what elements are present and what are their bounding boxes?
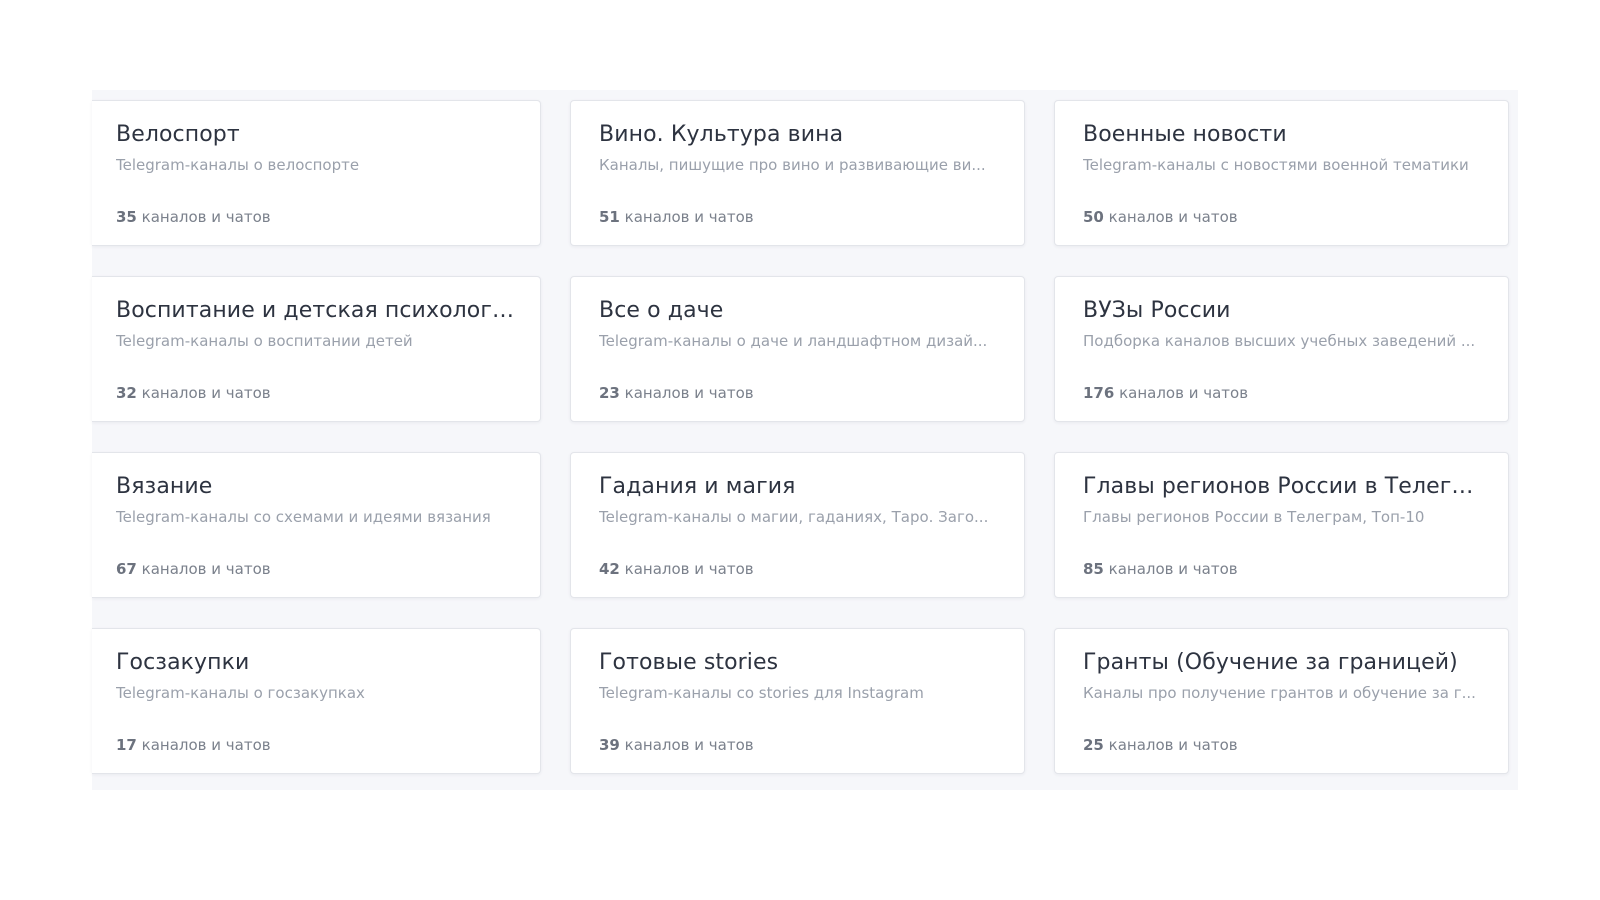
category-card[interactable]: Все о даче Telegram-каналы о даче и ланд…	[570, 276, 1025, 422]
category-card[interactable]: Готовые stories Telegram-каналы со stori…	[570, 628, 1025, 774]
category-description: Каналы про получение грантов и обучение …	[1083, 684, 1476, 702]
count-label: каналов и чатов	[1114, 384, 1249, 402]
category-card[interactable]: Воспитание и детская психология Telegram…	[92, 276, 541, 422]
count-label: каналов и чатов	[619, 208, 754, 226]
count-number: 32	[116, 384, 137, 402]
count-label: каналов и чатов	[1103, 208, 1238, 226]
category-title: Госзакупки	[116, 650, 250, 675]
category-count: 176 каналов и чатов	[1083, 383, 1248, 403]
count-number: 50	[1083, 208, 1104, 226]
category-title: Все о даче	[599, 298, 724, 323]
category-title: Гадания и магия	[599, 474, 796, 499]
count-number: 25	[1083, 736, 1104, 754]
count-label: каналов и чатов	[136, 736, 271, 754]
category-card[interactable]: Военные новости Telegram-каналы с новост…	[1054, 100, 1509, 246]
category-title: Вязание	[116, 474, 213, 499]
category-description: Telegram-каналы со схемами и идеями вяза…	[116, 508, 491, 526]
category-count: 42 каналов и чатов	[599, 559, 754, 579]
category-description: Главы регионов России в Телеграм, Топ-10	[1083, 508, 1425, 526]
count-number: 176	[1083, 384, 1115, 402]
category-count: 50 каналов и чатов	[1083, 207, 1238, 227]
count-label: каналов и чатов	[136, 384, 271, 402]
category-count: 35 каналов и чатов	[116, 207, 271, 227]
category-card[interactable]: Вино. Культура вина Каналы, пишущие про …	[570, 100, 1025, 246]
category-title: Воспитание и детская психология	[116, 298, 516, 323]
count-label: каналов и чатов	[1103, 560, 1238, 578]
count-number: 42	[599, 560, 620, 578]
category-grid: Велоспорт Telegram-каналы о велоспорте 3…	[92, 100, 1509, 774]
category-card[interactable]: Велоспорт Telegram-каналы о велоспорте 3…	[92, 100, 541, 246]
category-count: 51 каналов и чатов	[599, 207, 754, 227]
category-description: Telegram-каналы о велоспорте	[116, 156, 360, 174]
category-title: Готовые stories	[599, 650, 779, 675]
category-description: Telegram-каналы о госзакупках	[116, 684, 365, 702]
count-number: 67	[116, 560, 137, 578]
category-description: Каналы, пишущие про вино и развивающие в…	[599, 156, 986, 174]
category-count: 32 каналов и чатов	[116, 383, 271, 403]
category-description: Telegram-каналы со stories для Instagram	[599, 684, 924, 702]
category-title: Военные новости	[1083, 122, 1287, 147]
count-label: каналов и чатов	[1103, 736, 1238, 754]
count-label: каналов и чатов	[136, 560, 271, 578]
category-title: Вино. Культура вина	[599, 122, 844, 147]
category-title: ВУЗы России	[1083, 298, 1231, 323]
category-count: 17 каналов и чатов	[116, 735, 271, 755]
count-label: каналов и чатов	[619, 560, 754, 578]
category-description: Telegram-каналы с новостями военной тема…	[1083, 156, 1469, 174]
category-card[interactable]: ВУЗы России Подборка каналов высших учеб…	[1054, 276, 1509, 422]
category-count: 85 каналов и чатов	[1083, 559, 1238, 579]
category-title: Главы регионов России в Телегра...	[1083, 474, 1484, 499]
category-count: 25 каналов и чатов	[1083, 735, 1238, 755]
category-description: Telegram-каналы о воспитании детей	[116, 332, 413, 350]
count-number: 17	[116, 736, 137, 754]
count-label: каналов и чатов	[619, 736, 754, 754]
category-card[interactable]: Гранты (Обучение за границей) Каналы про…	[1054, 628, 1509, 774]
category-title: Велоспорт	[116, 122, 240, 147]
count-number: 85	[1083, 560, 1104, 578]
count-number: 35	[116, 208, 137, 226]
category-card[interactable]: Госзакупки Telegram-каналы о госзакупках…	[92, 628, 541, 774]
category-card[interactable]: Гадания и магия Telegram-каналы о магии,…	[570, 452, 1025, 598]
category-count: 39 каналов и чатов	[599, 735, 754, 755]
category-description: Telegram-каналы о даче и ландшафтном диз…	[599, 332, 988, 350]
count-number: 39	[599, 736, 620, 754]
category-count: 67 каналов и чатов	[116, 559, 271, 579]
category-title: Гранты (Обучение за границей)	[1083, 650, 1458, 675]
count-label: каналов и чатов	[136, 208, 271, 226]
category-description: Подборка каналов высших учебных заведени…	[1083, 332, 1476, 350]
category-card[interactable]: Главы регионов России в Телегра... Главы…	[1054, 452, 1509, 598]
category-description: Telegram-каналы о магии, гаданиях, Таро.…	[599, 508, 989, 526]
count-number: 23	[599, 384, 620, 402]
category-card[interactable]: Вязание Telegram-каналы со схемами и иде…	[92, 452, 541, 598]
count-label: каналов и чатов	[619, 384, 754, 402]
category-count: 23 каналов и чатов	[599, 383, 754, 403]
count-number: 51	[599, 208, 620, 226]
